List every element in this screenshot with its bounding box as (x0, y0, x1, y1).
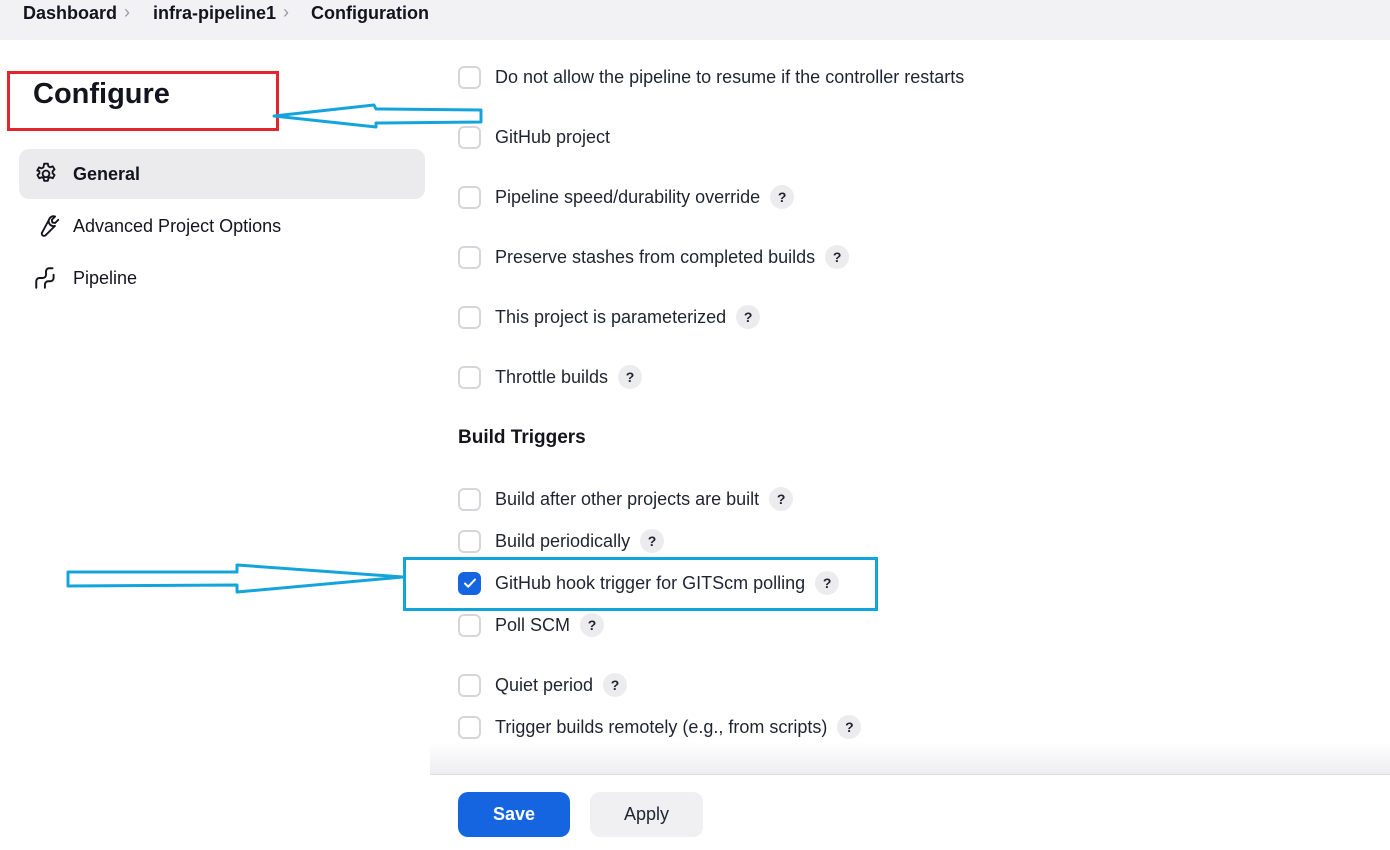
option-label: This project is parameterized (495, 306, 727, 327)
help-icon[interactable]: ? (580, 613, 605, 637)
option-label: Build periodically (495, 530, 631, 551)
checkbox-build-periodically[interactable] (458, 529, 481, 553)
option-row: This project is parameterized ? (458, 303, 761, 331)
option-row: Build after other projects are built ? (458, 485, 794, 513)
sidebar-item-label: Advanced Project Options (73, 215, 282, 236)
chevron-right-icon: › (283, 2, 289, 22)
option-row: Poll SCM ? (458, 611, 605, 639)
option-label: Poll SCM (495, 614, 571, 635)
checkbox-trigger-remotely[interactable] (458, 715, 481, 739)
help-icon[interactable]: ? (603, 673, 628, 697)
breadcrumb-configuration[interactable]: Configuration (311, 3, 429, 24)
checkbox-preserve-stashes[interactable] (458, 245, 481, 269)
save-button[interactable]: Save (458, 792, 570, 837)
help-icon[interactable]: ? (736, 305, 761, 329)
option-row: Quiet period ? (458, 671, 628, 699)
checkbox-resume[interactable] (458, 65, 481, 89)
help-icon[interactable]: ? (640, 529, 665, 553)
apply-button[interactable]: Apply (590, 792, 703, 837)
option-label: Build after other projects are built (495, 488, 760, 509)
annotation-arrow-top (272, 103, 483, 129)
option-label: Pipeline speed/durability override (495, 186, 761, 207)
breadcrumb-job[interactable]: infra-pipeline1 (153, 3, 276, 24)
option-row: Pipeline speed/durability override ? (458, 183, 795, 211)
annotation-red-box (7, 71, 279, 131)
option-row: Do not allow the pipeline to resume if t… (458, 63, 964, 91)
pipeline-icon (32, 264, 60, 292)
option-row: Build periodically ? (458, 527, 665, 555)
sidebar-item-label: Pipeline (73, 267, 138, 288)
help-icon[interactable]: ? (825, 245, 850, 269)
option-label: Do not allow the pipeline to resume if t… (495, 66, 965, 87)
option-label: Trigger builds remotely (e.g., from scri… (495, 716, 828, 737)
help-icon[interactable]: ? (837, 715, 862, 739)
option-row: Throttle builds ? (458, 363, 643, 391)
option-row: Preserve stashes from completed builds ? (458, 243, 850, 271)
sidebar-item-general[interactable]: General (19, 149, 425, 199)
option-row: GitHub project (458, 123, 610, 151)
footer-divider (430, 774, 1390, 775)
checkbox-durability-override[interactable] (458, 185, 481, 209)
annotation-blue-box (403, 557, 878, 611)
help-icon[interactable]: ? (770, 185, 795, 209)
sidebar-item-label: General (73, 163, 141, 184)
checkbox-quiet-period[interactable] (458, 673, 481, 697)
checkbox-github-project[interactable] (458, 125, 481, 149)
help-icon[interactable]: ? (769, 487, 794, 511)
checkbox-throttle-builds[interactable] (458, 365, 481, 389)
sidebar-item-advanced-project-options[interactable]: Advanced Project Options (19, 201, 425, 251)
breadcrumb-dashboard[interactable]: Dashboard (23, 3, 117, 24)
wrench-icon (32, 212, 60, 240)
chevron-right-icon: › (124, 2, 130, 22)
section-heading-build-triggers: Build Triggers (458, 427, 586, 448)
option-label: GitHub project (495, 126, 611, 147)
footer-shadow (430, 742, 1390, 774)
option-label: Preserve stashes from completed builds (495, 246, 816, 267)
gear-icon (32, 160, 60, 188)
option-label: Throttle builds (495, 366, 609, 387)
annotation-arrow-bottom (66, 563, 405, 594)
checkbox-build-after-other[interactable] (458, 487, 481, 511)
checkbox-poll-scm[interactable] (458, 613, 481, 637)
option-label: Quiet period (495, 674, 594, 695)
help-icon[interactable]: ? (618, 365, 643, 389)
breadcrumb: Dashboard › infra-pipeline1 › Configurat… (0, 0, 1390, 40)
checkbox-parameterized[interactable] (458, 305, 481, 329)
option-row: Trigger builds remotely (e.g., from scri… (458, 713, 862, 741)
sidebar-item-pipeline[interactable]: Pipeline (19, 253, 425, 303)
